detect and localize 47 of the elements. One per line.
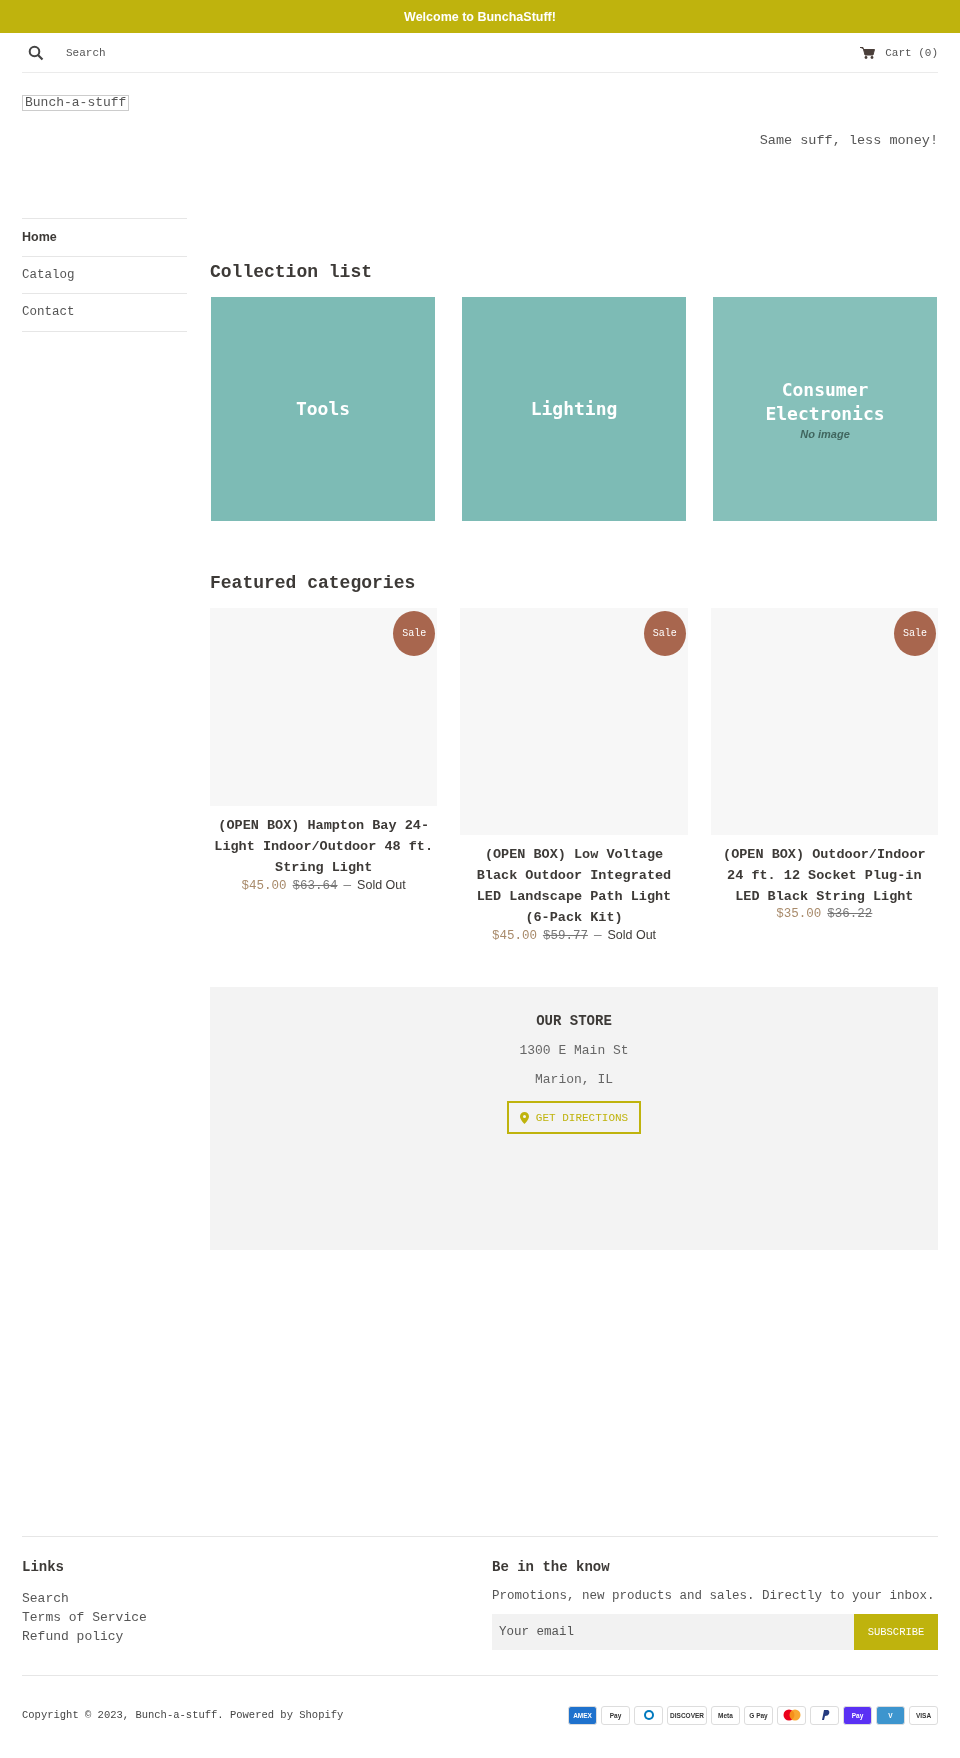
separator: — (593, 929, 602, 943)
section-heading: Collection list (210, 262, 374, 282)
cart-label: Cart (0) (885, 46, 938, 59)
copyright: Copyright © 2023, Bunch-a-stuff. Powered by Shopify (22, 1709, 344, 1721)
collection-title: Lighting (529, 397, 619, 421)
tagline: Same suff, less money! (758, 133, 938, 148)
cart-icon (860, 46, 876, 59)
sale-badge: Sale (643, 611, 686, 656)
footer-heading: Be in the know (492, 1559, 611, 1575)
product-title[interactable]: (OPEN BOX) Low Voltage Black Outdoor Integrated LED Landscape Path Light (6-Pack Kit) (460, 844, 688, 928)
sale-badge: Sale (894, 611, 936, 656)
newsletter-text: Promotions, new products and sales. Directly to your inbox. (492, 1589, 936, 1603)
email-field[interactable]: Your email (492, 1614, 854, 1650)
store-logo[interactable]: Bunch-a-stuff (22, 95, 130, 111)
product-image[interactable]: Sale (210, 608, 438, 806)
collection-title: Tools (294, 397, 352, 421)
separator: — (343, 879, 352, 893)
product-image[interactable]: Sale (710, 608, 938, 835)
sale-badge: Sale (393, 611, 436, 656)
footer-link[interactable]: Refund policy (22, 1627, 492, 1646)
compare-price: $59.77 (542, 929, 588, 943)
announcement-bar: Welcome to BunchaStuff! (0, 0, 960, 33)
section-heading: Featured categories (210, 573, 417, 593)
address-line: 1300 E Main St (519, 1043, 629, 1058)
map-pin-icon (519, 1111, 529, 1124)
search-icon[interactable] (28, 44, 44, 61)
footer-link[interactable]: Terms of Service (22, 1608, 492, 1627)
collection-title: Consumer Electronics (764, 378, 886, 426)
cart-link[interactable]: Cart (0) (860, 46, 938, 59)
nav-link[interactable]: Home (22, 219, 187, 257)
stock-status: Sold Out (607, 928, 657, 942)
nav-link[interactable]: Catalog (22, 256, 187, 294)
sale-price: $35.00 (776, 907, 822, 921)
nav-link[interactable]: Contact (22, 294, 187, 332)
compare-price: $63.64 (292, 879, 338, 893)
address-line: Marion, IL (535, 1072, 613, 1087)
compare-price: $36.22 (827, 907, 873, 921)
product-image[interactable]: Sale (460, 608, 688, 835)
sale-price: $45.00 (491, 929, 537, 943)
sale-price: $45.00 (241, 879, 287, 893)
store-title: OUR STORE (536, 1013, 612, 1029)
no-image-label: No image (800, 428, 850, 440)
product-title[interactable]: (OPEN BOX) Hampton Bay 24-Light Indoor/Outdoor 48 ft. String Light (210, 815, 438, 878)
stock-status: Sold Out (357, 878, 406, 892)
footer-link[interactable]: Search (22, 1589, 492, 1608)
product-title[interactable]: (OPEN BOX) Outdoor/Indoor 24 ft. 12 Socket Plug-in LED Black String Light (710, 844, 938, 907)
footer-heading: Links (22, 1559, 65, 1575)
